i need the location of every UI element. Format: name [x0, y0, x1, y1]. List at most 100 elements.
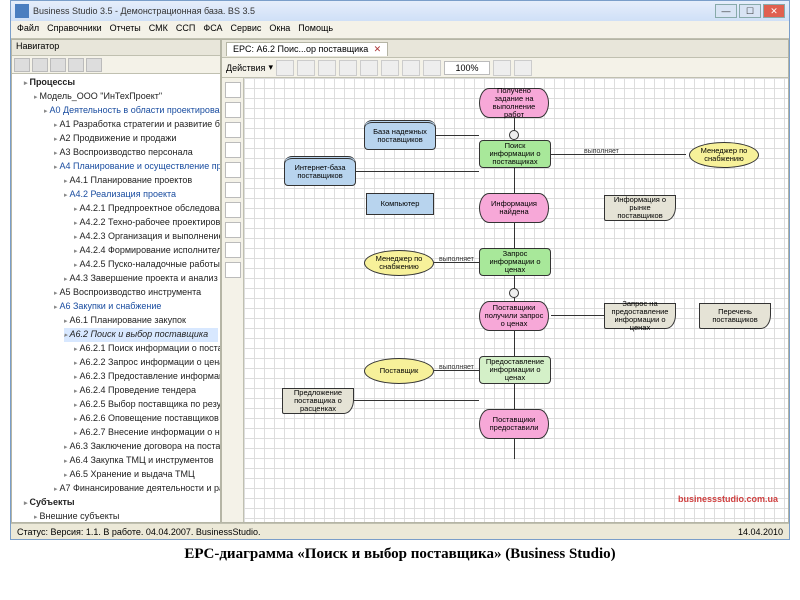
tool-icon[interactable]: [225, 182, 241, 198]
tree-item[interactable]: А4.2.1 Предпроектное обследование: [74, 202, 218, 216]
tree-item[interactable]: А4.2 Реализация проекта: [64, 188, 218, 202]
tree-item[interactable]: А7 Финансирование деятельности и расчеты: [54, 482, 218, 496]
tab-close-icon[interactable]: ✕: [374, 44, 382, 54]
window-title: Business Studio 3.5 - Демонстрационная б…: [33, 6, 255, 16]
tree-item[interactable]: А6 Закупки и снабжение: [54, 300, 218, 314]
diagram-canvas[interactable]: Получено задание на выполнение работ Баз…: [244, 78, 788, 522]
tb-btn[interactable]: [318, 60, 336, 76]
tree-item[interactable]: А6.2.5 Выбор поставщика по результатам: [74, 398, 218, 412]
tb-btn[interactable]: [360, 60, 378, 76]
tree-item[interactable]: А0 Деятельность в области проектирования…: [44, 104, 218, 118]
zoom-field[interactable]: 100%: [444, 61, 490, 75]
function-node[interactable]: Предоставление информации о ценах: [479, 356, 551, 384]
tree-item[interactable]: А4 Планирование и осуществление проектны…: [54, 160, 218, 174]
tree-item[interactable]: А6.3 Заключение договора на поставку: [64, 440, 218, 454]
document-node[interactable]: Предложение поставщика о расценках: [282, 388, 354, 414]
tree-item[interactable]: А1 Разработка стратегии и развитие бизне…: [54, 118, 218, 132]
tree-item[interactable]: А6.2.4 Проведение тендера: [74, 384, 218, 398]
tb-btn[interactable]: [381, 60, 399, 76]
status-right: 14.04.2010: [738, 527, 783, 537]
status-bar: Статус: Версия: 1.1. В работе. 04.04.200…: [11, 523, 789, 539]
tb-btn[interactable]: [514, 60, 532, 76]
tree-item[interactable]: А4.2.4 Формирование исполнительной: [74, 244, 218, 258]
document-node[interactable]: Перечень поставщиков: [699, 303, 771, 329]
minimize-button[interactable]: —: [715, 4, 737, 18]
menu-ssp[interactable]: ССП: [176, 23, 195, 36]
navigator-panel: Навигатор Процессы Модель_ООО "ИнТехПрое…: [11, 39, 221, 523]
menu-fsa[interactable]: ФСА: [203, 23, 222, 36]
tool-icon[interactable]: [225, 82, 241, 98]
tool-icon[interactable]: [225, 202, 241, 218]
document-node[interactable]: Запрос на предоставление информации о це…: [604, 303, 676, 329]
connector-icon[interactable]: [509, 130, 519, 140]
tree-item[interactable]: А6.1 Планирование закупок: [64, 314, 218, 328]
maximize-button[interactable]: ☐: [739, 4, 761, 18]
tree-item[interactable]: Модель_ООО "ИнТехПроект": [34, 90, 218, 104]
resource-node[interactable]: Компьютер: [366, 193, 434, 215]
menu-ref[interactable]: Справочники: [47, 23, 102, 36]
tree-item[interactable]: А6.2.3 Предоставление информации о ц: [74, 370, 218, 384]
menu-help[interactable]: Помощь: [298, 23, 333, 36]
function-node[interactable]: Поиск информации о поставщиках: [479, 140, 551, 168]
tb-btn[interactable]: [493, 60, 511, 76]
document-node[interactable]: Информация о рынке поставщиков: [604, 195, 676, 221]
tree-item-selected[interactable]: А6.2 Поиск и выбор поставщика: [64, 328, 218, 342]
role-node[interactable]: Менеджер по снабжению: [364, 250, 434, 276]
tree-item[interactable]: А5 Воспроизводство инструмента: [54, 286, 218, 300]
tree-item[interactable]: А2 Продвижение и продажи: [54, 132, 218, 146]
menu-smk[interactable]: СМК: [149, 23, 168, 36]
tool-icon[interactable]: [225, 122, 241, 138]
tb-btn[interactable]: [276, 60, 294, 76]
tree-item[interactable]: А6.2.2 Запрос информации о ценах: [74, 356, 218, 370]
event-node[interactable]: Информация найдена: [479, 193, 549, 223]
tb-btn[interactable]: [297, 60, 315, 76]
tree[interactable]: Процессы Модель_ООО "ИнТехПроект" А0 Дея…: [12, 74, 220, 522]
chevron-down-icon[interactable]: ▾: [268, 62, 273, 73]
tree-processes[interactable]: Процессы: [24, 76, 218, 90]
tree-item[interactable]: А4.2.5 Пуско-наладочные работы: [74, 258, 218, 272]
db-node[interactable]: Интернет-база поставщиков: [284, 156, 356, 186]
tree-item[interactable]: А6.4 Закупка ТМЦ и инструментов: [64, 454, 218, 468]
nav-tb-btn[interactable]: [32, 58, 48, 72]
tb-btn[interactable]: [402, 60, 420, 76]
tree-item[interactable]: А6.2.1 Поиск информации о поставщик: [74, 342, 218, 356]
nav-tb-btn[interactable]: [86, 58, 102, 72]
diagram-toolbar: Действия▾ 100%: [222, 58, 788, 78]
tb-btn[interactable]: [423, 60, 441, 76]
nav-tb-btn[interactable]: [68, 58, 84, 72]
tree-item[interactable]: А4.3 Завершение проекта и анализ результ: [64, 272, 218, 286]
tree-item[interactable]: А6.2.6 Оповещение поставщиков о резу: [74, 412, 218, 426]
tool-icon[interactable]: [225, 222, 241, 238]
event-node[interactable]: Поставщики предоставили: [479, 409, 549, 439]
tool-icon[interactable]: [225, 242, 241, 258]
tree-item[interactable]: А4.2.2 Техно-рабочее проектирование и: [74, 216, 218, 230]
event-node[interactable]: Поставщики получили запрос о ценах: [479, 301, 549, 331]
tool-icon[interactable]: [225, 142, 241, 158]
role-node[interactable]: Менеджер по снабжению: [689, 142, 759, 168]
nav-tb-btn[interactable]: [14, 58, 30, 72]
tree-item[interactable]: А4.1 Планирование проектов: [64, 174, 218, 188]
tree-item[interactable]: А3 Воспроизводство персонала: [54, 146, 218, 160]
tb-btn[interactable]: [339, 60, 357, 76]
nav-tb-btn[interactable]: [50, 58, 66, 72]
diagram-tab[interactable]: EPC: А6.2 Поис...ор поставщика ✕: [226, 42, 388, 56]
event-node[interactable]: Получено задание на выполнение работ: [479, 88, 549, 118]
function-node[interactable]: Запрос информации о ценах: [479, 248, 551, 276]
tool-icon[interactable]: [225, 262, 241, 278]
tool-icon[interactable]: [225, 102, 241, 118]
menu-file[interactable]: Файл: [17, 23, 39, 36]
db-node[interactable]: База надежных поставщиков: [364, 120, 436, 150]
tree-item[interactable]: А6.2.7 Внесение информации о найденн: [74, 426, 218, 440]
menu-windows[interactable]: Окна: [269, 23, 290, 36]
tree-item[interactable]: А4.2.3 Организация и выполнение строи: [74, 230, 218, 244]
menu-service[interactable]: Сервис: [231, 23, 262, 36]
tree-item[interactable]: Внешние субъекты: [34, 510, 218, 522]
menu-reports[interactable]: Отчеты: [110, 23, 141, 36]
close-button[interactable]: ✕: [763, 4, 785, 18]
role-node[interactable]: Поставщик: [364, 358, 434, 384]
connector-icon[interactable]: [509, 288, 519, 298]
tool-icon[interactable]: [225, 162, 241, 178]
actions-dropdown[interactable]: Действия: [226, 63, 265, 73]
tree-subjects[interactable]: Субъекты: [24, 496, 218, 510]
tree-item[interactable]: А6.5 Хранение и выдача ТМЦ: [64, 468, 218, 482]
